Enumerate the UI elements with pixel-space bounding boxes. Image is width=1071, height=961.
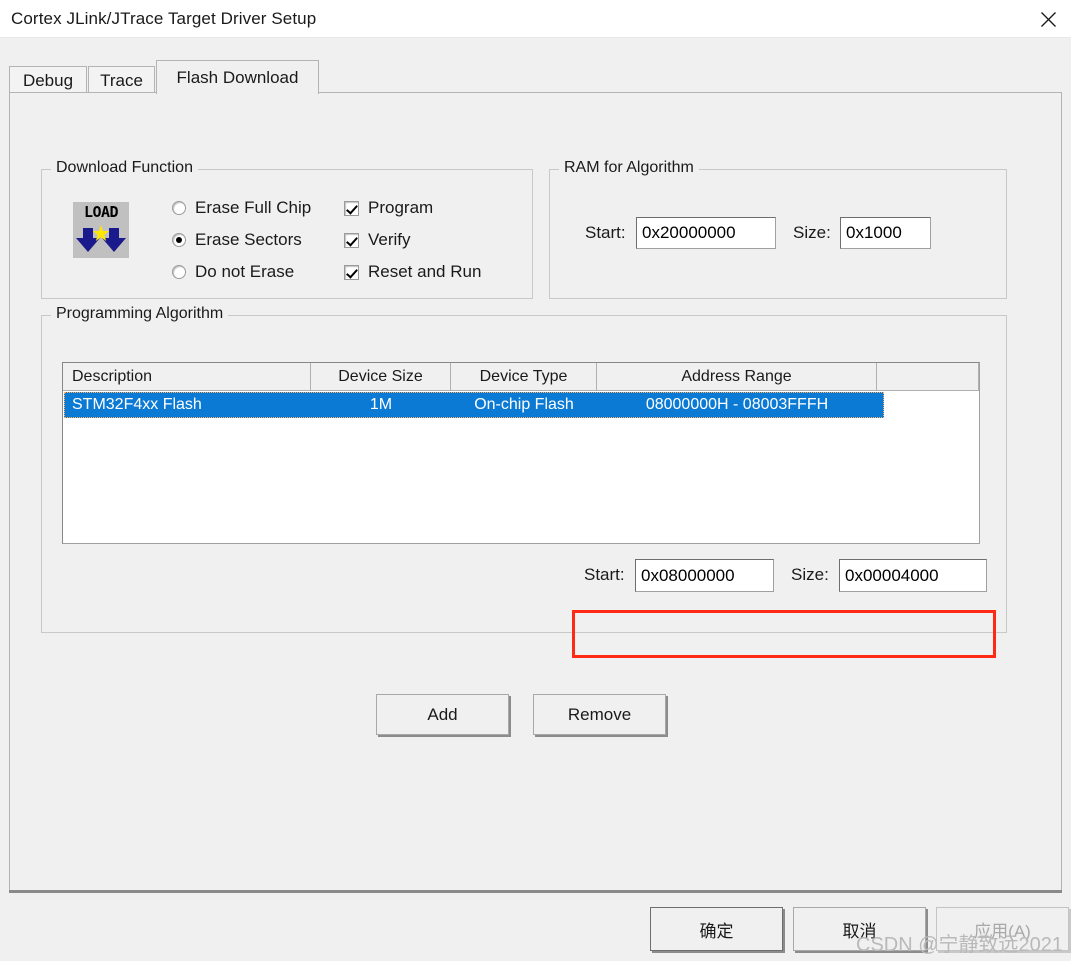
panel-bottom-edge <box>9 890 1062 893</box>
cancel-button[interactable]: 取消 <box>793 907 926 951</box>
programming-algorithm-group: Programming Algorithm Description Device… <box>41 305 1007 633</box>
dialog-body: Debug Trace Flash Download Download Func… <box>0 38 1071 961</box>
checkbox-reset-and-run[interactable]: Reset and Run <box>344 262 481 282</box>
ram-start-input[interactable]: 0x20000000 <box>636 217 776 249</box>
ok-button[interactable]: 确定 <box>650 907 783 951</box>
radio-mark-do-not-erase <box>172 265 186 279</box>
load-icon-text: LOAD <box>83 203 119 221</box>
radio-do-not-erase[interactable]: Do not Erase <box>172 262 294 282</box>
cell-device-size: 1M <box>369 396 393 413</box>
cell-description: STM32F4xx Flash <box>72 396 202 413</box>
dialog-window: Cortex JLink/JTrace Target Driver Setup … <box>0 0 1071 961</box>
check-mark-program <box>344 200 359 216</box>
check-mark-reset-and-run <box>344 264 359 280</box>
flash-size-input[interactable]: 0x00004000 <box>839 559 987 592</box>
checkbox-verify[interactable]: Verify <box>344 230 411 250</box>
radio-label-erase-sectors: Erase Sectors <box>195 230 302 249</box>
add-button[interactable]: Add <box>376 694 509 735</box>
tab-trace[interactable]: Trace <box>88 66 155 94</box>
download-function-title: Download Function <box>51 159 198 177</box>
download-function-group: Download Function LOAD Erase Full Chip E… <box>41 159 533 299</box>
tab-flash-download[interactable]: Flash Download <box>156 60 319 94</box>
flash-size-label: Size: <box>791 565 829 584</box>
cell-address-range: 08000000H - 08003FFFH <box>645 396 829 413</box>
radio-erase-full-chip[interactable]: Erase Full Chip <box>172 198 311 218</box>
column-header-description[interactable]: Description <box>63 363 311 391</box>
radio-label-erase-full-chip: Erase Full Chip <box>195 198 312 217</box>
checkbox-label-reset-and-run: Reset and Run <box>368 262 482 281</box>
flash-download-panel: Download Function LOAD Erase Full Chip E… <box>9 92 1062 892</box>
apply-button: 应用(A) <box>936 907 1069 951</box>
table-row[interactable]: STM32F4xx Flash 1M On-chip Flash 0800000… <box>64 392 884 418</box>
algorithm-list-header: Description Device Size Device Type Addr… <box>63 363 979 391</box>
radio-label-do-not-erase: Do not Erase <box>195 262 295 281</box>
flash-start-input[interactable]: 0x08000000 <box>635 559 774 592</box>
cell-device-type: On-chip Flash <box>474 396 574 413</box>
column-header-spacer[interactable] <box>877 363 979 391</box>
ram-for-algorithm-group: RAM for Algorithm Start: 0x20000000 Size… <box>549 159 1007 299</box>
remove-button[interactable]: Remove <box>533 694 666 735</box>
algorithm-list[interactable]: Description Device Size Device Type Addr… <box>62 362 980 544</box>
column-header-device-type[interactable]: Device Type <box>451 363 597 391</box>
radio-mark-erase-full-chip <box>172 201 186 215</box>
close-button[interactable] <box>1025 0 1071 38</box>
close-icon <box>1040 11 1056 27</box>
checkbox-program[interactable]: Program <box>344 198 433 218</box>
flash-start-label: Start: <box>584 565 625 584</box>
load-icon: LOAD <box>73 202 129 258</box>
checkbox-label-verify: Verify <box>368 230 411 249</box>
title-bar: Cortex JLink/JTrace Target Driver Setup <box>0 0 1071 38</box>
programming-algorithm-title: Programming Algorithm <box>51 305 229 323</box>
tab-strip: Debug Trace Flash Download <box>9 58 1062 94</box>
checkbox-label-program: Program <box>368 198 434 217</box>
check-mark-verify <box>344 232 359 248</box>
ram-start-label: Start: <box>585 223 626 242</box>
tab-debug[interactable]: Debug <box>9 66 87 94</box>
column-header-address-range[interactable]: Address Range <box>597 363 877 391</box>
radio-erase-sectors[interactable]: Erase Sectors <box>172 230 302 250</box>
ram-size-input[interactable]: 0x1000 <box>840 217 931 249</box>
radio-mark-erase-sectors <box>172 233 186 247</box>
column-header-device-size[interactable]: Device Size <box>311 363 451 391</box>
ram-size-label: Size: <box>793 223 831 242</box>
window-title: Cortex JLink/JTrace Target Driver Setup <box>11 9 317 28</box>
ram-for-algorithm-title: RAM for Algorithm <box>559 159 699 177</box>
